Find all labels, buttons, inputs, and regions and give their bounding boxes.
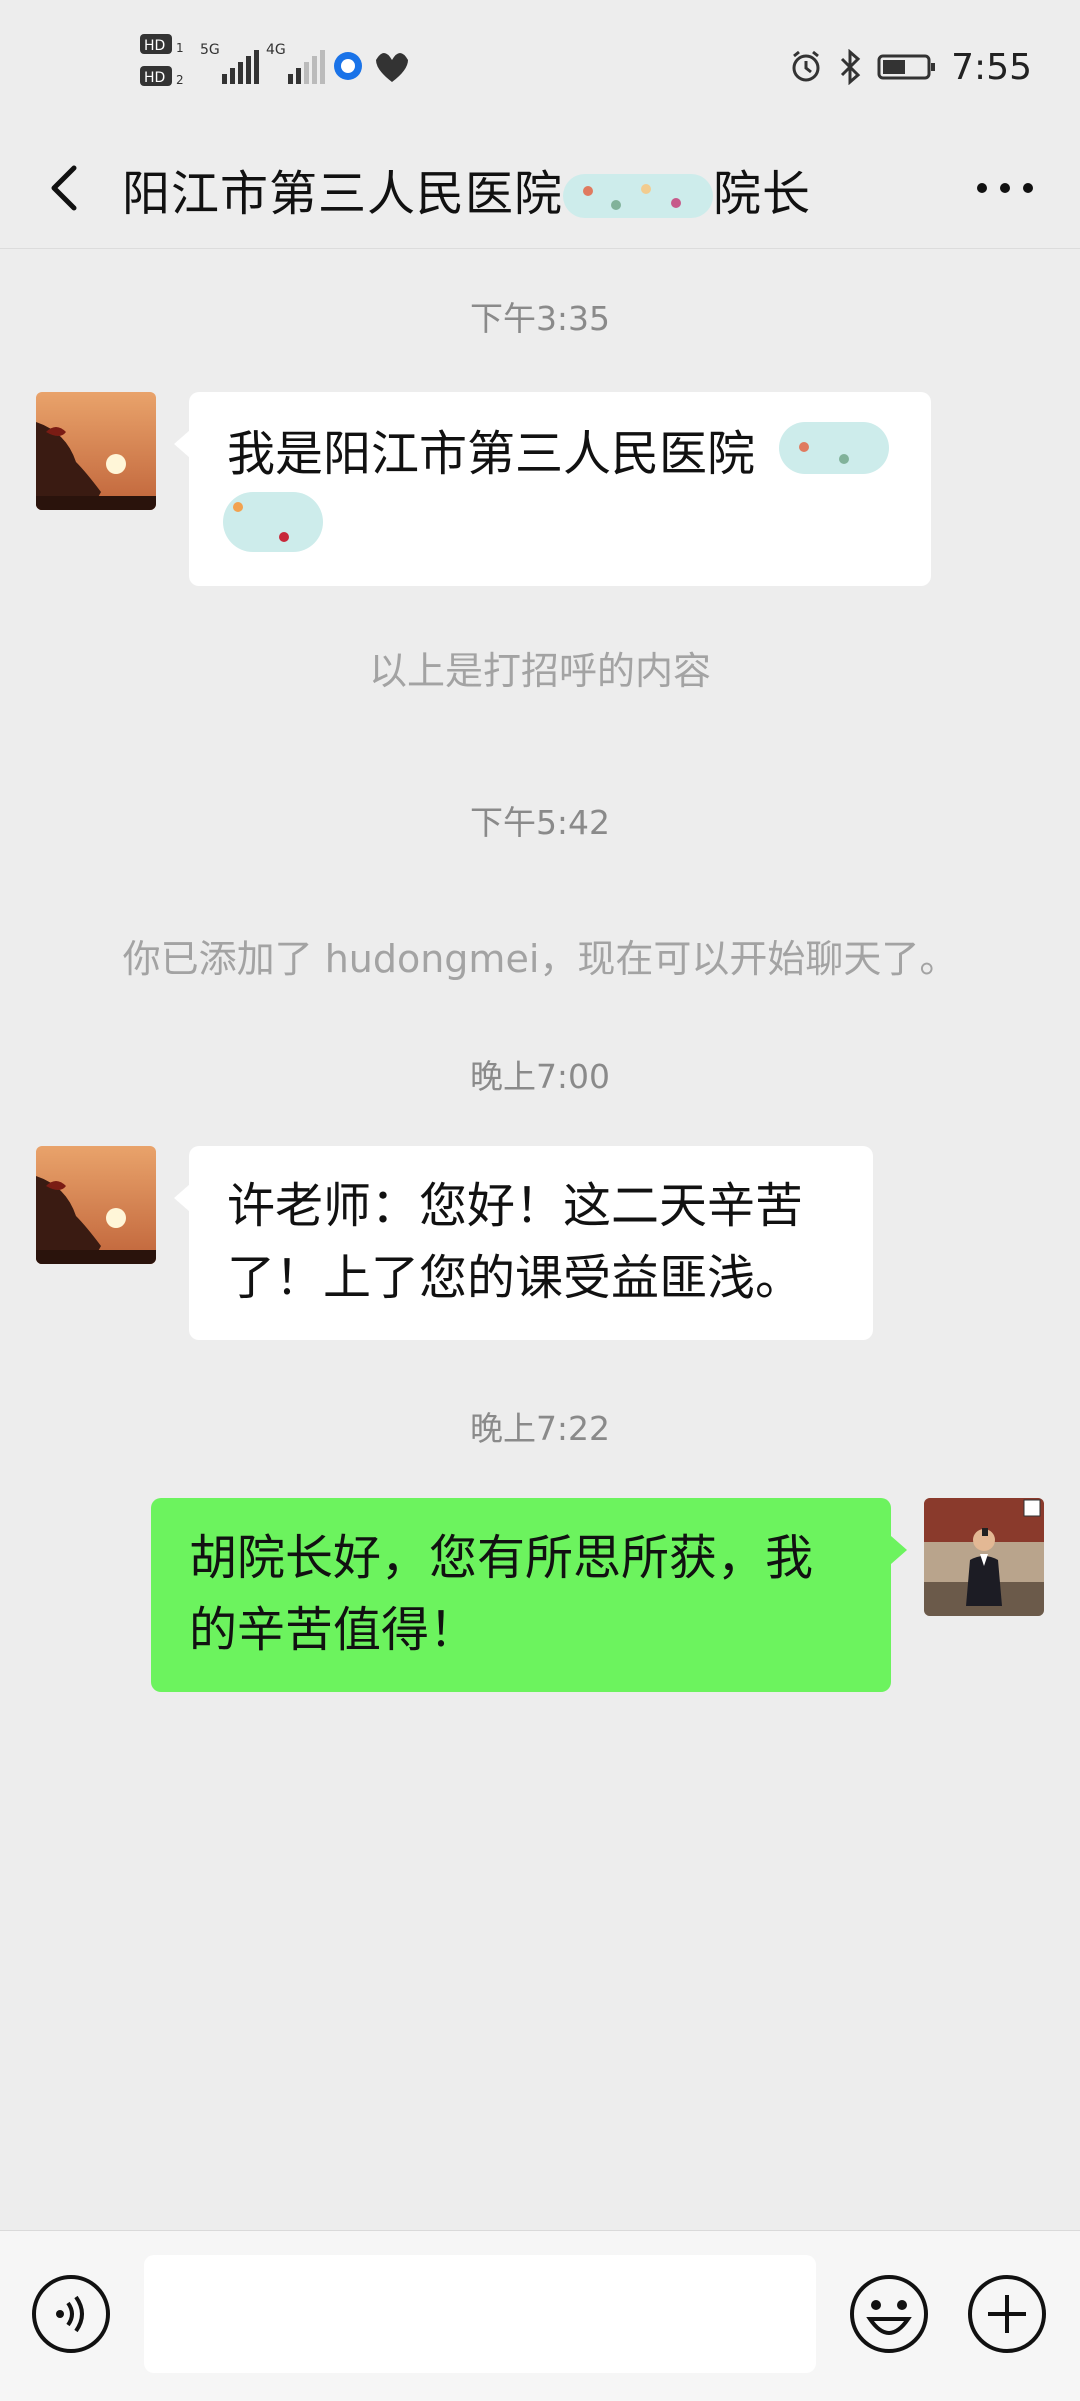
contact-avatar[interactable] — [36, 392, 156, 510]
chat-header: 阳江市第三人民医院 院长 — [0, 128, 1080, 249]
bluetooth-icon — [841, 49, 861, 85]
chat-title-suffix: 院长 — [713, 166, 812, 222]
svg-text:2: 2 — [176, 73, 184, 87]
timestamp: 晚上7:22 — [469, 1409, 611, 1448]
alarm-icon — [792, 50, 820, 82]
signal-indicators: HD 1 HD 2 5G 4G — [138, 30, 418, 100]
signal-icons: HD 1 HD 2 5G 4G — [140, 34, 408, 87]
svg-text:1: 1 — [176, 41, 184, 55]
incoming-message[interactable]: 许老师：您好！这二天辛苦 了！上了您的课受益匪浅。 — [189, 1146, 873, 1340]
more-dots-icon[interactable] — [970, 158, 1040, 218]
message-text-line: 的辛苦值得！ — [189, 1602, 478, 1658]
status-bar: HD 1 HD 2 5G 4G 7:55 — [0, 0, 1080, 128]
redaction-blob — [563, 172, 714, 222]
incoming-message[interactable]: 我是阳江市第三人民医院 — [189, 392, 931, 586]
svg-text:HD: HD — [144, 38, 165, 54]
svg-text:4G: 4G — [266, 42, 286, 58]
status-right: 7:55 — [789, 42, 1032, 92]
message-text-line: 了！上了您的课受益匪浅。 — [227, 1250, 804, 1306]
message-text-line: 许老师：您好！这二天辛苦 — [227, 1178, 804, 1234]
redaction-blob — [223, 492, 323, 552]
back-chevron-icon[interactable] — [36, 158, 96, 218]
bubble-tail — [174, 1184, 190, 1212]
redaction-blob — [779, 422, 889, 474]
bubble-tail — [891, 1536, 907, 1564]
timestamp: 下午3:35 — [469, 299, 611, 338]
outgoing-message[interactable]: 胡院长好，您有所思所获，我 的辛苦值得！ — [151, 1498, 891, 1692]
contact-avatar[interactable] — [36, 1146, 156, 1264]
chat-title-main: 阳江市第三人民医院 — [122, 166, 564, 222]
plus-icon[interactable] — [966, 2273, 1048, 2355]
chat-title: 阳江市第三人民医院 院长 — [122, 154, 811, 224]
bubble-tail — [174, 430, 190, 458]
message-text: 我是阳江市第三人民医院 — [227, 426, 756, 482]
battery-icon — [877, 54, 936, 80]
system-notice: 以上是打招呼的内容 — [368, 649, 711, 693]
svg-text:HD: HD — [144, 70, 165, 86]
voice-icon[interactable] — [30, 2273, 112, 2355]
self-avatar[interactable] — [924, 1498, 1044, 1616]
emoji-icon[interactable] — [848, 2273, 930, 2355]
message-input[interactable] — [144, 2255, 816, 2373]
timestamp: 下午5:42 — [469, 803, 611, 842]
message-text-line: 胡院长好，您有所思所获，我 — [189, 1530, 814, 1586]
clock: 7:55 — [951, 46, 1032, 88]
timestamp: 晚上7:00 — [469, 1057, 611, 1096]
system-notice: 你已添加了 hudongmei，现在可以开始聊天了。 — [122, 937, 958, 981]
input-bar — [0, 2230, 1080, 2401]
svg-text:5G: 5G — [200, 42, 220, 58]
